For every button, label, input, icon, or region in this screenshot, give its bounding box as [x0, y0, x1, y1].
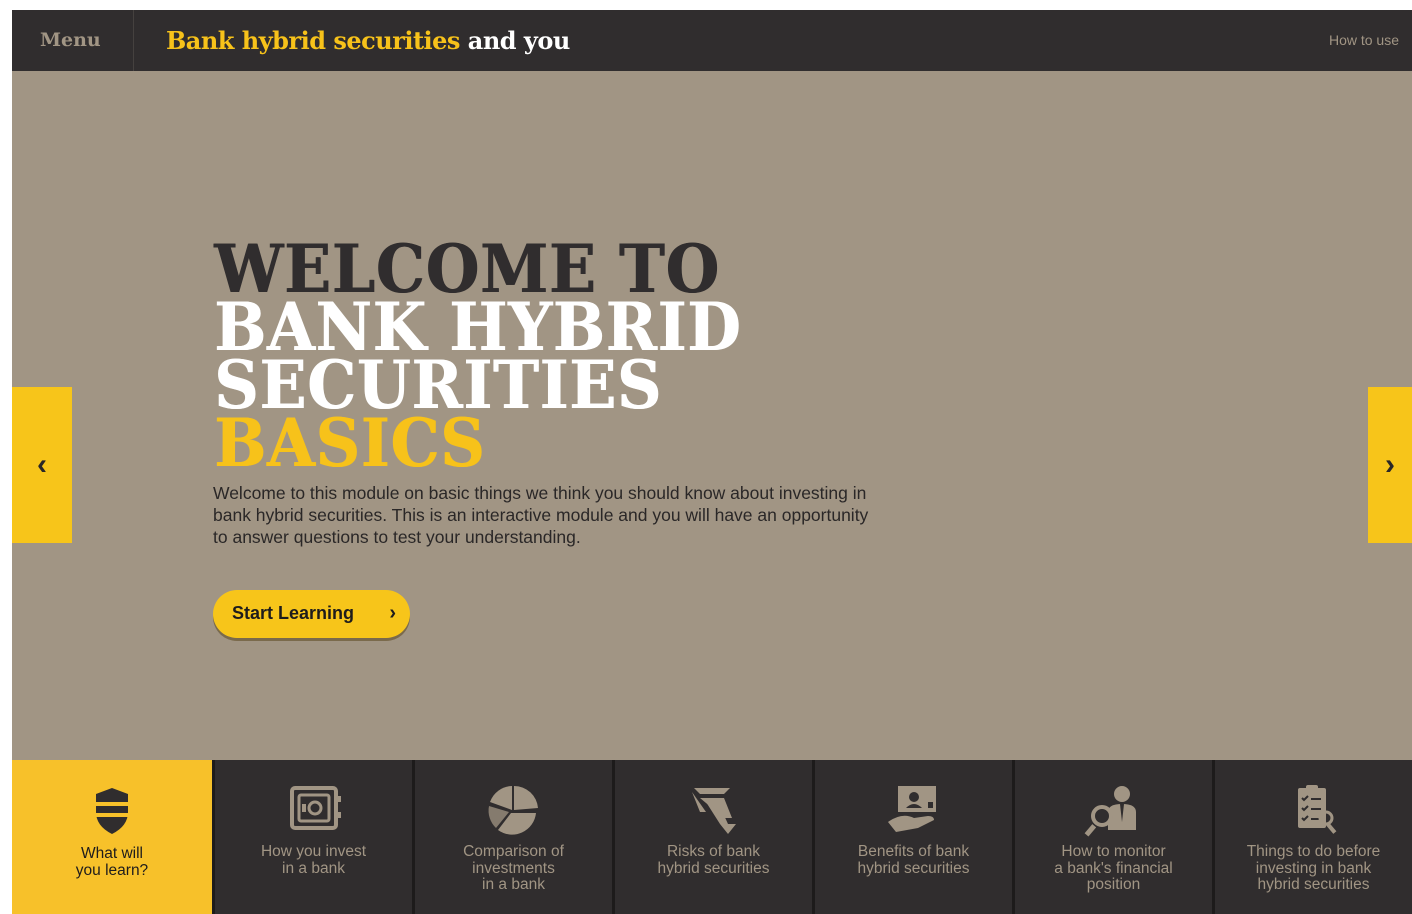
previous-arrow-button[interactable]: ‹ — [12, 387, 72, 543]
label-line: hybrid securities — [1257, 876, 1370, 893]
intro-text: Welcome to this module on basic things w… — [213, 482, 1043, 548]
app-frame: Menu Bank hybrid securities and you How … — [12, 10, 1412, 914]
label-line: How you invest — [260, 843, 367, 860]
risk-arrows-icon — [691, 788, 736, 834]
label-line: you learn? — [75, 861, 149, 879]
hero-heading: WELCOME TO BANK HYBRID SECURITIES BASICS — [214, 236, 1054, 482]
nav-item-label: How to monitor a bank's financial positi… — [1021, 843, 1206, 894]
heading-line-4: BASICS — [214, 404, 486, 482]
nav-item-label: Risks of bank hybrid securities — [621, 843, 806, 877]
nav-item-label: Comparison of investments in a bank — [421, 843, 606, 894]
label-line: Things to do before — [1246, 843, 1381, 860]
nav-item-risks[interactable]: Risks of bank hybrid securities — [612, 760, 812, 914]
money-hand-icon — [887, 786, 936, 832]
chevron-right-icon: › — [389, 602, 396, 624]
label-line: in a bank — [282, 859, 345, 877]
label-line: hybrid securities — [657, 859, 770, 877]
next-arrow-button[interactable]: › — [1368, 387, 1412, 543]
checklist-icon — [1297, 785, 1336, 834]
nav-item-label: How you invest in a bank — [221, 843, 406, 877]
nav-item-what-will-you-learn[interactable]: What will you learn? — [12, 760, 212, 914]
start-learning-label: Start Learning — [232, 603, 355, 623]
menu-button[interactable]: Menu — [12, 10, 134, 71]
nav-item-how-to-monitor[interactable]: How to monitor a bank's financial positi… — [1012, 760, 1212, 914]
nav-item-how-you-invest[interactable]: How you invest in a bank — [212, 760, 412, 914]
shield-icon — [96, 788, 128, 834]
label-line: a bank's financial — [1054, 859, 1173, 877]
nav-item-things-to-do[interactable]: Things to do before investing in bank hy… — [1212, 760, 1412, 914]
intro-line: Welcome to this module on basic things w… — [213, 483, 867, 503]
nav-item-label: What will you learn? — [18, 845, 206, 879]
label-line: Comparison of — [463, 843, 564, 860]
label-line: hybrid securities — [857, 859, 970, 877]
safe-icon — [289, 786, 341, 830]
chevron-right-icon: › — [1385, 448, 1395, 481]
label-line: Benefits of bank — [857, 843, 970, 860]
nav-item-label: Benefits of bank hybrid securities — [821, 843, 1006, 877]
label-line: investing in bank — [1255, 859, 1372, 877]
label-line: How to monitor — [1061, 843, 1166, 860]
nav-item-benefits[interactable]: Benefits of bank hybrid securities — [812, 760, 1012, 914]
intro-line: to answer questions to test your underst… — [213, 527, 581, 547]
magnifier-person-icon — [1084, 786, 1136, 837]
nav-item-label: Things to do before investing in bank hy… — [1221, 843, 1406, 894]
label-line: What will — [80, 845, 143, 862]
intro-line: bank hybrid securities. This is an inter… — [213, 505, 869, 525]
bottom-navigation: What will you learn? How you invest in a… — [12, 760, 1412, 914]
label-line: Risks of bank — [666, 843, 761, 860]
app-title: Bank hybrid securities and you — [166, 10, 570, 71]
label-line: in a bank — [482, 876, 545, 893]
how-to-use-link[interactable]: How to use — [1329, 10, 1399, 71]
label-line: investments — [472, 859, 555, 877]
label-line: position — [1086, 876, 1141, 893]
chevron-left-icon: ‹ — [37, 448, 47, 481]
app-title-part2: and you — [467, 26, 571, 55]
start-learning-button[interactable]: Start Learning › — [213, 590, 410, 638]
app-title-part1: Bank hybrid securities — [166, 26, 460, 55]
pie-chart-icon — [488, 785, 538, 835]
nav-item-comparison-of-investments[interactable]: Comparison of investments in a bank — [412, 760, 612, 914]
top-bar: Menu Bank hybrid securities and you How … — [12, 10, 1412, 71]
